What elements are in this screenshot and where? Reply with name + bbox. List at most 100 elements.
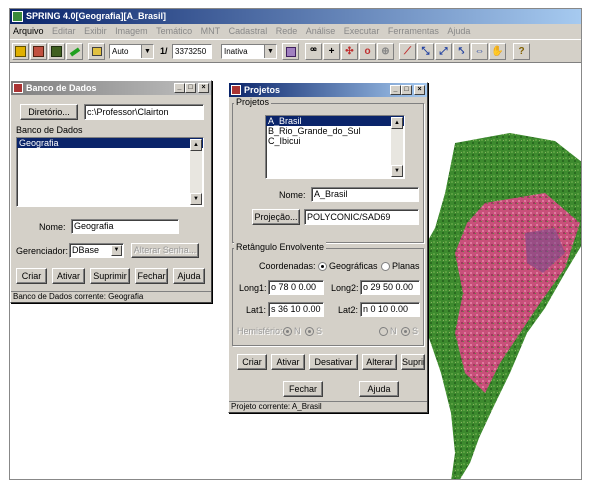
menu-exibir[interactable]: Exibir (81, 26, 110, 36)
plus-icon[interactable]: + (323, 43, 340, 60)
suprimir-button[interactable]: Suprimir (90, 268, 130, 284)
menu-executar[interactable]: Executar (341, 26, 383, 36)
zoom-area-icon[interactable]: ⤣ (453, 43, 470, 60)
menu-mnt[interactable]: MNT (198, 26, 224, 36)
menu-rede[interactable]: Rede (273, 26, 301, 36)
scroll-up-icon[interactable]: ▲ (190, 139, 202, 151)
alterar-senha-button[interactable]: Alterar Senha... (131, 243, 199, 258)
suprimir-button[interactable]: Suprimir (401, 354, 425, 370)
pan-icon[interactable]: ✣ (341, 43, 358, 60)
ativar-button[interactable]: Ativar (52, 268, 85, 284)
banco-status-bar: Banco de Dados corrente: Geografia (11, 291, 211, 302)
ruler-icon[interactable]: ⟋ (399, 43, 416, 60)
display-icon[interactable] (282, 43, 299, 60)
alterar-button[interactable]: Alterar (362, 354, 397, 370)
hemisferio2-s-radio[interactable] (401, 327, 410, 336)
app-title: SPRING 4.0[Geografia][A_Brasil] (26, 11, 167, 21)
maximize-icon[interactable]: □ (401, 85, 412, 95)
scale-input[interactable]: 3373250 (172, 44, 212, 59)
nome-field[interactable]: A_Brasil (311, 187, 419, 202)
info-icon[interactable]: o (359, 43, 376, 60)
category-icon[interactable] (48, 43, 65, 60)
ajuda-button[interactable]: Ajuda (173, 268, 205, 284)
retangulo-group-label: Retângulo Envolvente (234, 242, 327, 252)
previous-view-icon[interactable]: ⇔ (471, 43, 488, 60)
hemisferio1-s-radio[interactable] (305, 327, 314, 336)
projecao-field[interactable]: POLYCONIC/SAD69 (304, 209, 419, 225)
menu-ajuda[interactable]: Ajuda (444, 26, 473, 36)
long1-field[interactable]: o 78 0 0.00 (268, 280, 324, 295)
lat1-field[interactable]: s 36 10 0.00 (268, 302, 324, 317)
ativar-button[interactable]: Ativar (271, 354, 305, 370)
menu-cadastral[interactable]: Cadastral (226, 26, 271, 36)
help-icon[interactable]: ? (513, 43, 530, 60)
hemisferio2-n-radio[interactable] (379, 327, 388, 336)
fechar-button[interactable]: Fechar (135, 268, 168, 284)
project-icon[interactable] (30, 43, 47, 60)
state-combo-value: Inativa (224, 47, 248, 56)
scale-value: 3373250 (175, 47, 207, 56)
list-item[interactable]: Geografia (17, 138, 203, 148)
long2-label: Long2: (331, 283, 359, 293)
diretorio-field[interactable]: c:\Professor\Clairton (84, 104, 204, 120)
long2-field[interactable]: o 29 50 0.00 (360, 280, 420, 295)
toolbar: Auto ▼ 1/ 3373250 Inativa ▼ ꟹ + ✣ o ⊕ ⟋ … (10, 39, 581, 63)
ajuda-button[interactable]: Ajuda (359, 381, 399, 397)
spring-window: SPRING 4.0[Geografia][A_Brasil] Arquivo … (9, 8, 582, 480)
banco-list-label: Banco de Dados (16, 125, 83, 135)
lat2-field[interactable]: n 0 10 0.00 (360, 302, 420, 317)
list-item[interactable]: A_Brasil (266, 116, 404, 126)
zoom-out-icon[interactable]: ⤢ (435, 43, 452, 60)
nome-field[interactable]: Geografia (71, 219, 179, 234)
menu-bar: Arquivo Editar Exibir Imagem Temático MN… (10, 24, 581, 39)
zoom-mode-combo[interactable]: Auto ▼ (109, 44, 154, 59)
list-item[interactable]: C_Ibicui (266, 136, 404, 146)
menu-imagem[interactable]: Imagem (112, 26, 151, 36)
edit-icon[interactable] (66, 43, 83, 60)
chevron-down-icon: ▼ (111, 245, 122, 256)
dialog-icon (231, 85, 241, 95)
gerenciador-combo[interactable]: DBase ▼ (69, 243, 124, 258)
move-icon[interactable]: ✋ (489, 43, 506, 60)
scroll-up-icon[interactable]: ▲ (391, 117, 403, 129)
list-scrollbar[interactable]: ▲ ▼ (190, 139, 202, 205)
database-icon[interactable] (12, 43, 29, 60)
menu-arquivo[interactable]: Arquivo (10, 26, 47, 36)
list-item[interactable]: B_Rio_Grande_do_Sul (266, 126, 404, 136)
zoom-mode-value: Auto (112, 47, 129, 56)
menu-editar[interactable]: Editar (49, 26, 79, 36)
projetos-dialog-title: Projetos (244, 85, 281, 95)
criar-button[interactable]: Criar (16, 268, 47, 284)
desativar-button[interactable]: Desativar (309, 354, 358, 370)
locate-icon[interactable]: ⊕ (377, 43, 394, 60)
gerenciador-label: Gerenciador: (16, 246, 69, 256)
scroll-down-icon[interactable]: ▼ (391, 165, 403, 177)
geograficas-radio[interactable] (318, 262, 327, 271)
hemisferio1-n-radio[interactable] (283, 327, 292, 336)
fechar-button[interactable]: Fechar (283, 381, 323, 397)
diretorio-button[interactable]: Diretório... (20, 104, 78, 120)
criar-button[interactable]: Criar (237, 354, 267, 370)
projetos-group-label: Projetos (234, 97, 272, 107)
minimize-icon[interactable]: _ (174, 83, 185, 93)
projecao-button[interactable]: Projeção... (252, 209, 300, 225)
banco-list[interactable]: Geografia ▲ ▼ (16, 137, 204, 207)
coordenadas-label: Coordenadas: (259, 261, 316, 271)
projetos-list[interactable]: A_Brasil B_Rio_Grande_do_Sul C_Ibicui ▲ … (265, 115, 405, 179)
planas-radio[interactable] (381, 262, 390, 271)
zoom-in-icon[interactable]: ⤡ (417, 43, 434, 60)
close-icon[interactable]: × (198, 83, 209, 93)
menu-analise[interactable]: Análise (303, 26, 339, 36)
state-combo[interactable]: Inativa ▼ (221, 44, 277, 59)
scroll-down-icon[interactable]: ▼ (190, 193, 202, 205)
hemisferio2-n-label: N (390, 326, 397, 336)
lat2-label: Lat2: (338, 305, 359, 315)
menu-ferramentas[interactable]: Ferramentas (385, 26, 442, 36)
panel-icon[interactable] (88, 43, 105, 60)
list-scrollbar[interactable]: ▲ ▼ (391, 117, 403, 177)
draw-icon[interactable]: ꟹ (305, 43, 322, 60)
menu-tematico[interactable]: Temático (153, 26, 195, 36)
minimize-icon[interactable]: _ (390, 85, 401, 95)
close-icon[interactable]: × (414, 85, 425, 95)
maximize-icon[interactable]: □ (185, 83, 196, 93)
